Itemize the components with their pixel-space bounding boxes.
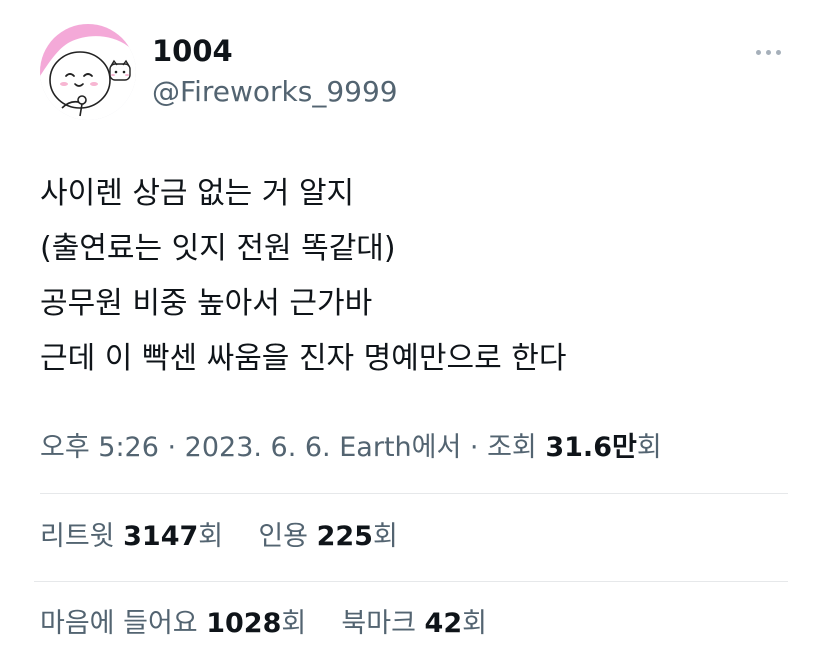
bookmarks-stat[interactable]: 북마크 42회 [341, 604, 487, 644]
tweet-line: 사이렌 상금 없는 거 알지 [40, 176, 355, 211]
more-horizontal-icon [755, 49, 761, 55]
tweet-line: 근데 이 빡센 싸움을 진자 명예만으로 한다 [40, 341, 567, 376]
retweets-stat[interactable]: 리트윗 3147회 [40, 517, 223, 557]
divider [34, 581, 788, 582]
quotes-stat[interactable]: 인용 225회 [258, 517, 398, 557]
bookmarks-unit: 회 [462, 608, 487, 639]
divider [40, 493, 788, 494]
quotes-count: 225 [316, 521, 373, 552]
more-horizontal-icon [775, 49, 781, 55]
cartoon-character-icon [40, 24, 136, 120]
engagement-row-2: 마음에 들어요 1028회 북마크 42회 [40, 604, 487, 644]
tweet-line: (출연료는 잇지 전원 똑같대) [40, 231, 396, 266]
author-handle[interactable]: @Fireworks_9999 [152, 74, 398, 110]
meta-separator: · [461, 432, 488, 463]
meta-separator: · [158, 432, 185, 463]
more-horizontal-icon [765, 49, 771, 55]
author-display-name[interactable]: 1004 [152, 32, 233, 70]
tweet-text: 사이렌 상금 없는 거 알지 (출연료는 잇지 전원 똑같대) 공무원 비중 높… [40, 166, 800, 386]
views-label: 조회 [487, 432, 537, 463]
quotes-unit: 회 [372, 521, 398, 552]
tweet-line: 공무원 비중 높아서 근가바 [40, 286, 373, 321]
avatar[interactable] [40, 24, 136, 120]
quotes-label: 인용 [258, 521, 308, 552]
bookmarks-label: 북마크 [341, 608, 416, 639]
engagement-row-1: 리트윗 3147회 인용 225회 [40, 517, 398, 557]
retweets-count: 3147 [123, 521, 199, 552]
retweets-label: 리트윗 [40, 521, 115, 552]
likes-count: 1028 [206, 608, 282, 639]
more-options-button[interactable] [748, 40, 788, 64]
likes-label: 마음에 들어요 [40, 608, 198, 639]
likes-unit: 회 [281, 608, 307, 639]
tweet-source: Earth에서 [339, 432, 462, 463]
tweet-time[interactable]: 오후 5:26 [40, 432, 159, 463]
likes-stat[interactable]: 마음에 들어요 1028회 [40, 604, 306, 644]
tweet-date[interactable]: 2023. 6. 6. [185, 432, 331, 463]
tweet-meta: 오후 5:26 · 2023. 6. 6. Earth에서 · 조회 31.6만… [40, 428, 662, 468]
retweets-unit: 회 [198, 521, 224, 552]
views-count: 31.6만 [545, 432, 637, 463]
views-unit: 회 [636, 432, 662, 463]
bookmarks-count: 42 [424, 608, 463, 639]
